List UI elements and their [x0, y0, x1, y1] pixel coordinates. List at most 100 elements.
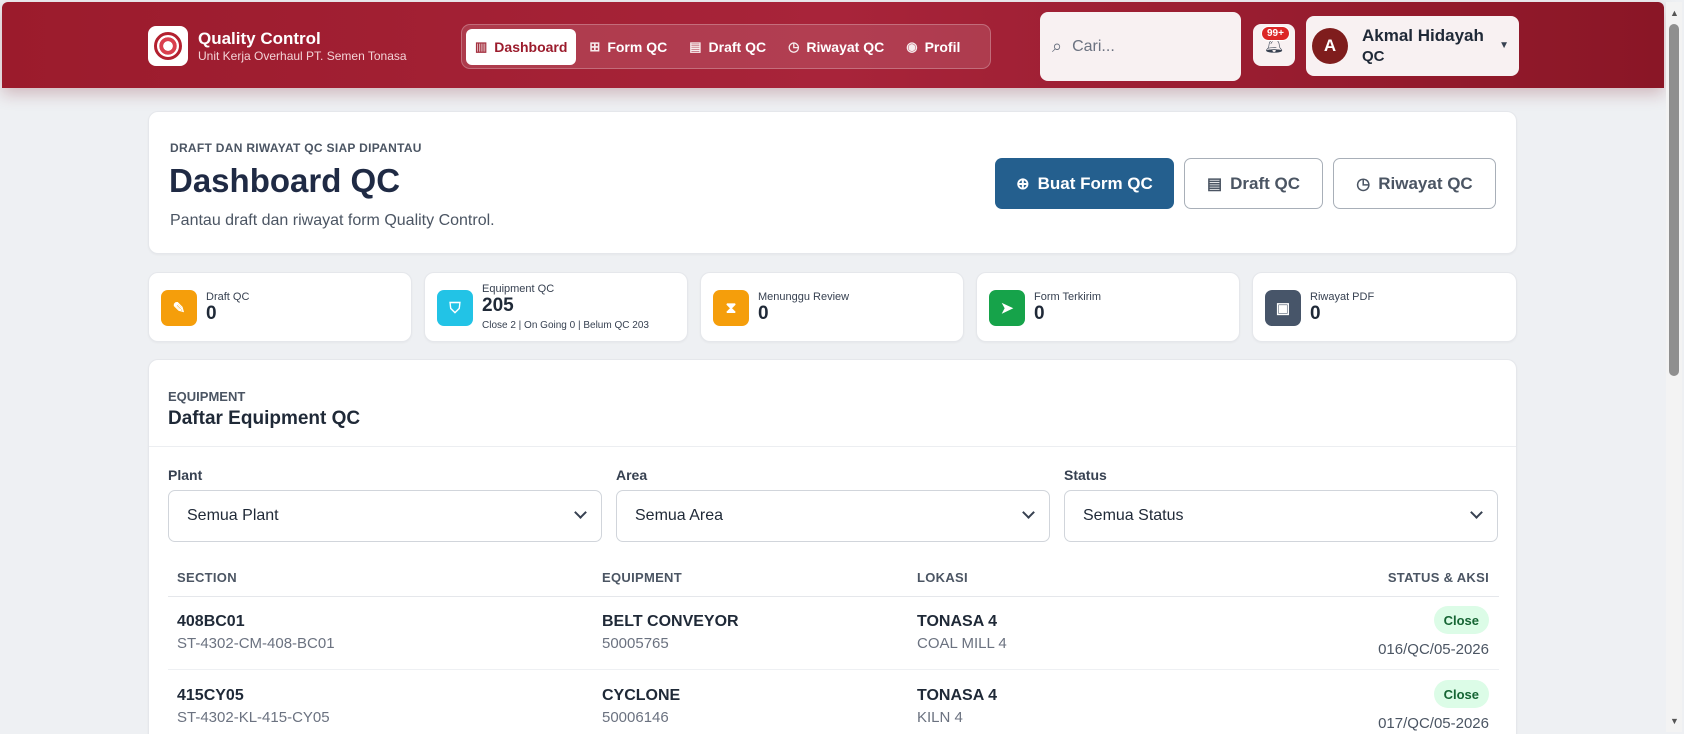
app-subtitle: Unit Kerja Overhaul PT. Semen Tonasa: [198, 49, 407, 63]
plant-select[interactable]: Semua Plant: [168, 490, 602, 542]
stat-label: Form Terkirim: [1034, 291, 1102, 303]
chevron-down-icon: ▼: [1499, 40, 1509, 51]
page-title: Dashboard QC: [169, 162, 401, 199]
nav-draft-qc-label: Draft QC: [708, 38, 767, 55]
dashboard-header-card: DRAFT DAN RIWAYAT QC SIAP DIPANTAU Dashb…: [148, 111, 1517, 254]
stat-card-form-terkirim[interactable]: ➤ Form Terkirim 0: [976, 272, 1240, 342]
user-circle-icon: ◉: [906, 38, 918, 54]
nav-draft-qc[interactable]: ▤ Draft QC: [680, 29, 775, 65]
main-nav: ▥ Dashboard ⊞ Form QC ▤ Draft QC ◷ Riway…: [461, 24, 991, 69]
stat-card-equipment-qc[interactable]: ⛉ Equipment QC 205 Close 2 | On Going 0 …: [424, 272, 688, 342]
row-sublocation: KILN 4: [917, 709, 963, 726]
row-equipment-number: 50006146: [602, 709, 669, 726]
section-kicker: EQUIPMENT: [168, 389, 246, 404]
plus-circle-icon: ⊕: [1016, 175, 1030, 193]
row-divider: [168, 669, 1499, 670]
chevron-down-icon: [574, 506, 587, 519]
hourglass-icon: ⧗: [713, 290, 749, 326]
stat-label: Riwayat PDF: [1310, 291, 1375, 303]
edit-icon: ✎: [161, 290, 197, 326]
column-header-status: STATUS & AKSI: [1387, 570, 1489, 585]
document-icon: ▤: [1206, 175, 1223, 193]
plant-select-value: Semua Plant: [187, 507, 279, 524]
clock-icon: ◷: [788, 38, 800, 54]
search-box: ⌕: [1040, 12, 1241, 81]
riwayat-qc-button[interactable]: ◷ Riwayat QC: [1333, 158, 1496, 209]
area-select[interactable]: Semua Area: [616, 490, 1050, 542]
section-title: Daftar Equipment QC: [168, 408, 361, 429]
row-location: TONASA 4: [917, 687, 998, 704]
nav-form-qc-label: Form QC: [607, 38, 668, 55]
status-select[interactable]: Semua Status: [1064, 490, 1498, 542]
nav-form-qc[interactable]: ⊞ Form QC: [580, 29, 676, 65]
equipment-list-card: EQUIPMENT Daftar Equipment QC Plant Semu…: [148, 359, 1517, 734]
nav-profil[interactable]: ◉ Profil: [897, 29, 969, 65]
chevron-down-icon: [1022, 506, 1035, 519]
divider: [149, 446, 1516, 447]
nav-riwayat-qc[interactable]: ◷ Riwayat QC: [779, 29, 893, 65]
nav-profil-label: Profil: [924, 38, 961, 55]
stat-breakdown: Close 2 | On Going 0 | Belum QC 203: [482, 320, 649, 331]
area-select-value: Semua Area: [635, 507, 724, 524]
column-header-location: LOKASI: [917, 570, 968, 585]
user-menu[interactable]: A Akmal Hidayah QC ▼: [1306, 16, 1519, 76]
draft-qc-label: Draft QC: [1230, 173, 1301, 193]
scroll-down-icon[interactable]: ▼: [1670, 716, 1679, 726]
nav-dashboard[interactable]: ▥ Dashboard: [466, 28, 577, 65]
user-name: Akmal Hidayah: [1362, 26, 1484, 45]
row-document-number[interactable]: 016/QC/05-2026: [1378, 641, 1489, 658]
page-description: Pantau draft dan riwayat form Quality Co…: [170, 212, 495, 229]
column-header-section: SECTION: [177, 570, 237, 585]
row-equipment-number: 50005765: [602, 635, 669, 652]
shield-icon: ⛉: [437, 290, 473, 326]
status-select-value: Semua Status: [1083, 507, 1184, 524]
grid-icon: ⊞: [589, 38, 601, 54]
draft-qc-button[interactable]: ▤ Draft QC: [1184, 158, 1323, 209]
send-icon: ➤: [989, 290, 1025, 326]
clock-icon: ◷: [1356, 175, 1371, 193]
area-filter-label: Area: [616, 467, 648, 483]
chevron-down-icon: [1470, 506, 1483, 519]
nav-dashboard-label: Dashboard: [494, 38, 568, 55]
scroll-up-icon[interactable]: ▲: [1670, 8, 1679, 18]
column-header-equipment: EQUIPMENT: [602, 570, 682, 585]
create-form-qc-button[interactable]: ⊕ Buat Form QC: [995, 158, 1174, 209]
stat-value: 0: [758, 303, 769, 324]
stat-card-riwayat-pdf[interactable]: ▣ Riwayat PDF 0: [1252, 272, 1517, 342]
stat-value: 0: [206, 303, 217, 324]
pdf-icon: ▣: [1265, 290, 1301, 326]
avatar: A: [1312, 28, 1348, 64]
row-sublocation: COAL MILL 4: [917, 635, 1007, 652]
nav-riwayat-qc-label: Riwayat QC: [806, 38, 885, 55]
row-section-code: ST-4302-KL-415-CY05: [177, 709, 330, 726]
dashboard-icon: ▥: [475, 38, 488, 54]
status-badge[interactable]: Close: [1433, 606, 1489, 634]
app-title: Quality Control: [198, 29, 321, 48]
row-section: 415CY05: [177, 687, 244, 704]
stat-card-menunggu-review[interactable]: ⧗ Menunggu Review 0: [700, 272, 964, 342]
brand[interactable]: Quality Control Unit Kerja Overhaul PT. …: [148, 26, 407, 66]
status-badge[interactable]: Close: [1433, 680, 1489, 708]
search-input[interactable]: [1072, 37, 1213, 56]
stat-label: Menunggu Review: [758, 291, 850, 303]
header-kicker: DRAFT DAN RIWAYAT QC SIAP DIPANTAU: [170, 141, 422, 155]
row-document-number[interactable]: 017/QC/05-2026: [1378, 715, 1489, 732]
riwayat-qc-label: Riwayat QC: [1378, 173, 1473, 193]
page-scrollbar[interactable]: ▲ ▼: [1666, 2, 1682, 732]
table-header-divider: [168, 596, 1499, 597]
row-equipment: BELT CONVEYOR: [602, 613, 739, 630]
stat-card-draft-qc[interactable]: ✎ Draft QC 0: [148, 272, 412, 342]
user-role: QC: [1362, 48, 1385, 65]
document-icon: ▤: [689, 38, 702, 54]
row-location: TONASA 4: [917, 613, 998, 630]
row-section-code: ST-4302-CM-408-BC01: [177, 635, 335, 652]
scrollbar-thumb[interactable]: [1669, 24, 1679, 376]
stat-value: 205: [482, 295, 514, 316]
row-section: 408BC01: [177, 613, 245, 630]
status-filter-label: Status: [1064, 467, 1107, 483]
notification-count-badge: 99+: [1261, 26, 1290, 41]
stat-label: Equipment QC: [482, 283, 555, 295]
top-navigation-bar: Quality Control Unit Kerja Overhaul PT. …: [2, 2, 1664, 88]
stat-label: Draft QC: [206, 291, 250, 303]
row-equipment: CYCLONE: [602, 687, 681, 704]
